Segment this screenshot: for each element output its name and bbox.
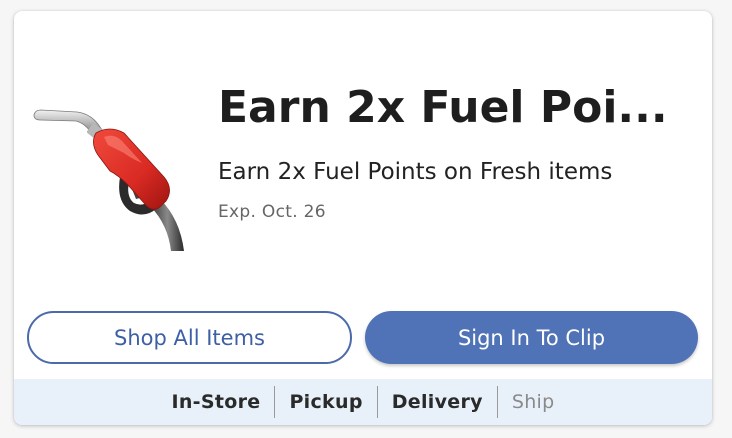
sign-in-to-clip-button[interactable]: Sign In To Clip bbox=[365, 311, 698, 364]
coupon-description: Earn 2x Fuel Points on Fresh items bbox=[218, 159, 613, 185]
shop-all-items-button[interactable]: Shop All Items bbox=[27, 311, 352, 364]
coupon-title[interactable]: Earn 2x Fuel Poi... bbox=[218, 81, 688, 135]
modality-delivery: Delivery bbox=[391, 391, 483, 413]
coupon-card[interactable]: Earn 2x Fuel Poi... Earn 2x Fuel Points … bbox=[14, 11, 712, 425]
modality-ship: Ship bbox=[511, 391, 555, 413]
modality-pickup: Pickup bbox=[289, 391, 363, 413]
modality-in-store: In-Store bbox=[171, 391, 261, 413]
expiration-date: Exp. Oct. 26 bbox=[218, 202, 326, 222]
fulfillment-modalities: In-Store Pickup Delivery Ship bbox=[14, 379, 712, 425]
fuel-nozzle-icon bbox=[32, 103, 194, 251]
